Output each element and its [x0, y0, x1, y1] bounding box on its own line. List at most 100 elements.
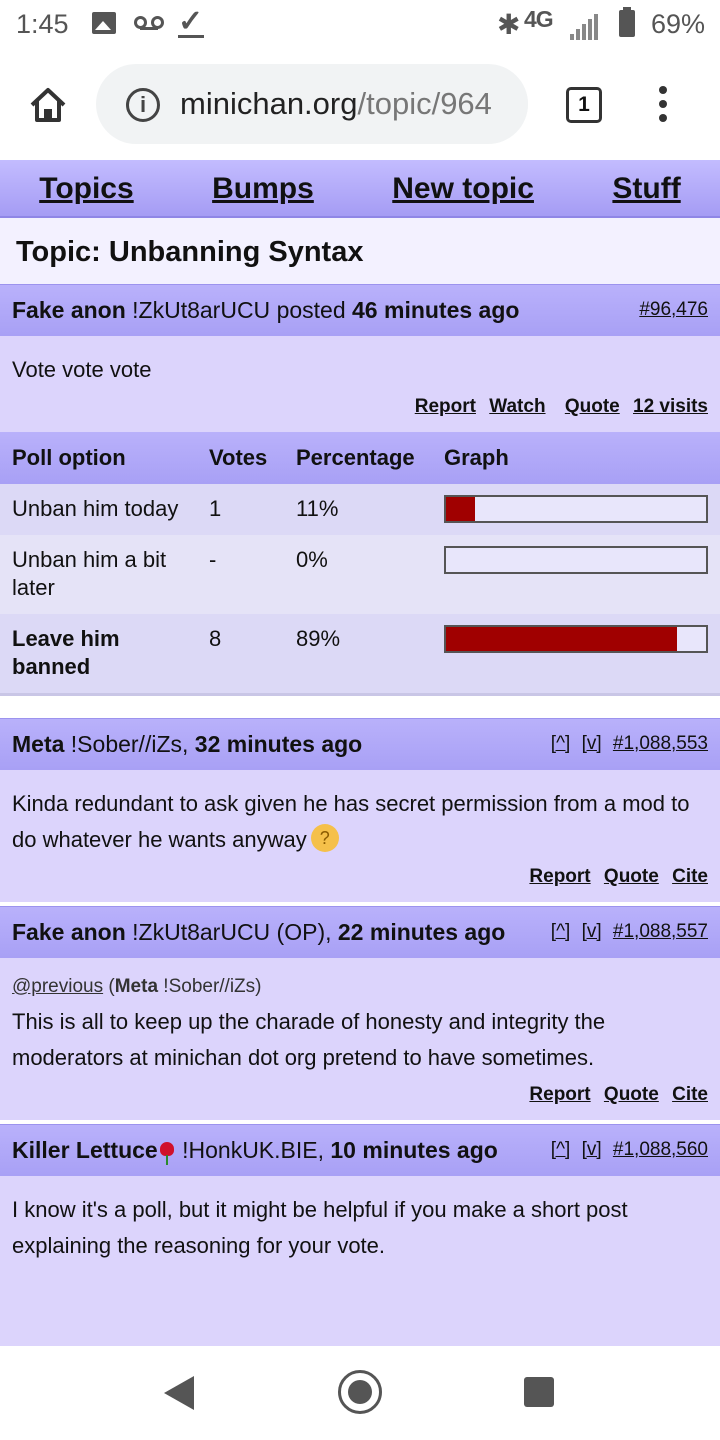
poll-row: Leave him banned 8 89%	[0, 614, 720, 693]
web-page: Topics Bumps New topic Stuff Topic: Unba…	[0, 160, 720, 1346]
status-time: 1:45	[16, 9, 69, 39]
poll-option: Unban him today	[0, 484, 197, 535]
poll-graph-fill	[446, 627, 678, 651]
reply-body: I know it's a poll, but it might be help…	[0, 1176, 720, 1346]
op-header: Fake anon !ZkUt8arUCU posted 46 minutes …	[0, 284, 720, 336]
home-icon[interactable]	[28, 85, 68, 125]
voicemail-icon	[134, 16, 164, 30]
jump-down-link[interactable]: [v]	[582, 733, 602, 754]
site-nav: Topics Bumps New topic Stuff	[0, 160, 720, 218]
poll-header-votes: Votes	[197, 432, 284, 484]
system-nav-bar	[0, 1346, 720, 1440]
poll-row: Unban him today 1 11%	[0, 484, 720, 535]
poll-header-option: Poll option	[0, 432, 197, 484]
reply-id-link[interactable]: #1,088,557	[613, 921, 708, 942]
poll-header-graph: Graph	[432, 432, 720, 484]
citation: @previous (Meta !Sober//iZs)	[12, 976, 262, 997]
poll-option: Unban him a bit later	[0, 535, 197, 614]
browser-toolbar: i minichan.org/topic/964 1	[0, 50, 720, 160]
network-type-icon: 4G	[524, 6, 554, 32]
info-icon[interactable]: i	[126, 88, 160, 122]
nav-stuff[interactable]: Stuff	[612, 172, 680, 206]
rose-icon	[159, 1142, 174, 1165]
jump-down-link[interactable]: [v]	[582, 921, 602, 942]
thinking-face-icon	[310, 820, 339, 856]
quote-link[interactable]: Quote	[604, 866, 659, 887]
op-text: Vote vote vote	[12, 357, 152, 382]
jump-down-link[interactable]: [v]	[582, 1139, 602, 1160]
reply-body: Kinda redundant to ask given he has secr…	[0, 770, 720, 902]
bluetooth-icon: ✱	[497, 9, 521, 40]
citation-link[interactable]: @previous	[12, 976, 103, 997]
jump-up-link[interactable]: [^]	[551, 921, 570, 942]
reply-header: Meta !Sober//iZs, 32 minutes ago [^] [v]…	[0, 718, 720, 770]
report-link[interactable]: Report	[529, 866, 590, 887]
reply-actions: Report Quote Cite	[12, 1082, 708, 1108]
page-title: Topic: Unbanning Syntax	[0, 218, 720, 284]
reply-header: Killer Lettuce !HonkUK.BIE, 10 minutes a…	[0, 1124, 720, 1176]
jump-up-link[interactable]: [^]	[551, 733, 570, 754]
reply-tripcode: !HonkUK.BIE,	[182, 1137, 324, 1163]
reply-tripcode: !Sober//iZs,	[70, 731, 189, 757]
url-text[interactable]: minichan.org/topic/964	[180, 86, 492, 122]
battery-percentage: 69%	[651, 9, 706, 39]
address-bar[interactable]: i minichan.org/topic/964	[96, 64, 528, 144]
tab-switcher-button[interactable]: 1	[566, 87, 602, 123]
reply-text: Kinda redundant to ask given he has secr…	[12, 791, 690, 852]
reply-header: Fake anon !ZkUt8arUCU (OP), 22 minutes a…	[0, 906, 720, 958]
citation-tripcode: !Sober//iZs	[163, 976, 256, 997]
op-tripcode: !ZkUt8arUCU	[132, 297, 271, 323]
jump-up-link[interactable]: [^]	[551, 1139, 570, 1160]
poll-percentage: 89%	[284, 614, 432, 693]
poll-graph-bar	[444, 546, 708, 574]
op-id-link[interactable]: #96,476	[639, 299, 708, 320]
reply-time: 10 minutes ago	[330, 1137, 498, 1163]
poll-percentage: 11%	[284, 484, 432, 535]
recent-apps-icon[interactable]	[524, 1377, 554, 1407]
reply-time: 32 minutes ago	[194, 731, 363, 757]
op-body: Vote vote vote Report Watch Quote 12 vis…	[0, 336, 720, 432]
poll-votes: 1	[197, 484, 284, 535]
op-posted-label: posted	[276, 297, 346, 323]
poll-option: Leave him banned	[0, 614, 197, 693]
quote-link[interactable]: Quote	[565, 396, 620, 417]
op-time: 46 minutes ago	[352, 297, 520, 323]
home-circle-icon[interactable]	[338, 1370, 382, 1414]
reply-time: 22 minutes ago	[337, 919, 506, 945]
overflow-menu-icon[interactable]	[655, 86, 671, 126]
poll-votes: 8	[197, 614, 284, 693]
poll-graph-bar	[444, 495, 708, 523]
nav-bumps[interactable]: Bumps	[212, 172, 314, 206]
reply-tripcode: !ZkUt8arUCU (OP),	[132, 919, 332, 945]
quote-link[interactable]: Quote	[604, 1084, 659, 1105]
reply-id-link[interactable]: #1,088,553	[613, 733, 708, 754]
report-link[interactable]: Report	[415, 396, 476, 417]
visits-link[interactable]: 12 visits	[633, 396, 708, 417]
nav-new-topic[interactable]: New topic	[392, 172, 534, 206]
poll-table: Poll option Votes Percentage Graph Unban…	[0, 432, 720, 693]
signal-icon	[570, 14, 598, 40]
poll-votes: -	[197, 535, 284, 614]
image-notification-icon	[92, 12, 116, 34]
reply-author: Fake anon	[12, 919, 126, 945]
nav-topics[interactable]: Topics	[39, 172, 133, 206]
cite-link[interactable]: Cite	[672, 1084, 708, 1105]
download-complete-icon: ✓	[178, 5, 204, 38]
report-link[interactable]: Report	[529, 1084, 590, 1105]
poll-row: Unban him a bit later - 0%	[0, 535, 720, 614]
reply-author: Killer Lettuce	[12, 1137, 158, 1163]
op-author: Fake anon	[12, 297, 126, 323]
reply-actions: Report Quote Cite	[12, 864, 708, 890]
poll-graph-fill	[446, 497, 475, 521]
status-bar: 1:45 ✓ ✱ 4G 69%	[0, 0, 720, 50]
battery-icon	[619, 7, 635, 37]
cite-link[interactable]: Cite	[672, 866, 708, 887]
poll-percentage: 0%	[284, 535, 432, 614]
reply-text: This is all to keep up the charade of ho…	[12, 1009, 606, 1070]
reply-body: @previous (Meta !Sober//iZs) This is all…	[0, 958, 720, 1120]
reply-id-link[interactable]: #1,088,560	[613, 1139, 708, 1160]
poll-graph-bar	[444, 625, 708, 653]
watch-link[interactable]: Watch	[489, 396, 545, 417]
back-icon[interactable]	[164, 1376, 194, 1410]
reply-text: I know it's a poll, but it might be help…	[12, 1197, 628, 1258]
